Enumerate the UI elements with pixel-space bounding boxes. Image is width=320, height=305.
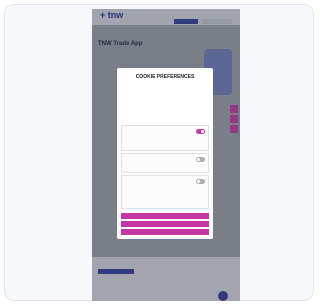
- cookie-preference: [121, 125, 209, 151]
- preference-toggle[interactable]: [196, 157, 205, 162]
- preference-toggle[interactable]: [196, 179, 205, 184]
- preference-toggle[interactable]: [196, 129, 205, 134]
- cookie-preference: [121, 153, 209, 173]
- cookie-dialog: COOKIE PREFERENCES: [117, 68, 213, 239]
- cookie-preference: [121, 175, 209, 209]
- reject-all-button[interactable]: [121, 229, 209, 235]
- dialog-title: COOKIE PREFERENCES: [135, 74, 195, 80]
- save-preferences-button[interactable]: [121, 221, 209, 227]
- accept-all-button[interactable]: [121, 213, 209, 219]
